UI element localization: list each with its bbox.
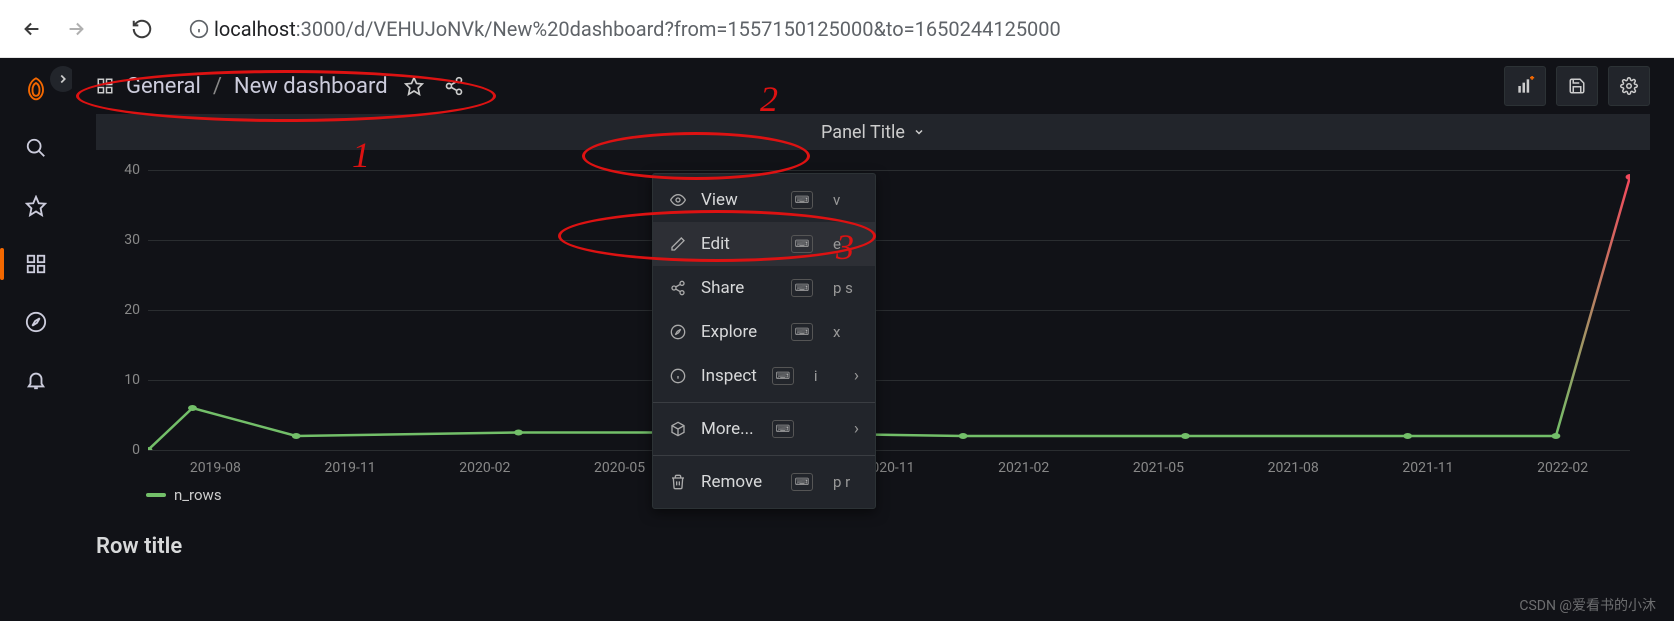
main-area: General / New dashboard [72, 58, 1674, 621]
star-icon[interactable] [16, 186, 56, 226]
menu-shortcut: x [833, 323, 859, 341]
watermark: CSDN @爱看书的小沐 [1519, 595, 1656, 615]
x-tick: 2022-02 [1537, 460, 1588, 476]
save-dashboard-button[interactable] [1556, 66, 1598, 106]
menu-item-label: Share [701, 278, 777, 298]
forward-button[interactable] [54, 7, 98, 51]
compass-icon [669, 324, 687, 340]
menu-item-label: Explore [701, 322, 777, 342]
topbar: General / New dashboard [72, 58, 1674, 114]
panel-title-bar[interactable]: Panel Title [96, 114, 1650, 150]
menu-item-inspect[interactable]: Inspect ⌨ i › [653, 354, 875, 398]
star-dashboard-icon[interactable] [404, 76, 424, 96]
y-tick: 20 [124, 302, 140, 318]
legend-swatch [146, 493, 166, 497]
menu-shortcut: p s [833, 279, 859, 297]
trash-icon [669, 474, 687, 490]
info-icon [669, 368, 687, 384]
menu-item-label: More... [701, 419, 758, 439]
x-tick: 2019-11 [325, 460, 376, 476]
menu-item-label: View [701, 190, 777, 210]
menu-shortcut: e [833, 235, 859, 253]
menu-item-view[interactable]: View ⌨ v [653, 178, 875, 222]
url-bar[interactable]: localhost:3000/d/VEHUJoNVk/New%20dashboa… [184, 8, 1664, 50]
grid-line [148, 450, 1630, 451]
explore-icon[interactable] [16, 302, 56, 342]
menu-item-edit[interactable]: Edit ⌨ e [653, 222, 875, 266]
menu-item-label: Remove [701, 472, 777, 492]
menu-shortcut: p r [833, 473, 859, 491]
y-tick: 30 [124, 232, 140, 248]
keyboard-icon: ⌨ [791, 323, 813, 341]
share-dashboard-icon[interactable] [444, 76, 464, 96]
x-tick: 2021-02 [998, 460, 1049, 476]
menu-item-label: Edit [701, 234, 777, 254]
back-button[interactable] [10, 7, 54, 51]
menu-item-share[interactable]: Share ⌨ p s [653, 266, 875, 310]
menu-item-remove[interactable]: Remove ⌨ p r [653, 460, 875, 504]
keyboard-icon: ⌨ [791, 235, 813, 253]
x-tick: 2019-08 [190, 460, 241, 476]
keyboard-icon: ⌨ [772, 367, 794, 385]
dashboard-settings-button[interactable] [1608, 66, 1650, 106]
keyboard-icon: ⌨ [791, 279, 813, 297]
x-tick: 2020-05 [594, 460, 645, 476]
url-text: localhost:3000/d/VEHUJoNVk/New%20dashboa… [214, 17, 1061, 41]
cube-icon [669, 421, 687, 437]
y-tick: 0 [132, 442, 140, 458]
breadcrumb-folder[interactable]: General [126, 74, 201, 99]
chevron-right-icon: › [854, 419, 859, 439]
row-title[interactable]: Row title [96, 534, 1650, 559]
y-tick: 40 [124, 162, 140, 178]
menu-item-more[interactable]: More... ⌨ › [653, 407, 875, 451]
site-info-icon[interactable] [184, 19, 214, 39]
alerts-icon[interactable] [16, 360, 56, 400]
keyboard-icon: ⌨ [772, 420, 794, 438]
x-tick: 2021-11 [1402, 460, 1453, 476]
breadcrumb: General / New dashboard [96, 74, 464, 99]
add-panel-button[interactable] [1504, 66, 1546, 106]
panel-title: Panel Title [821, 122, 905, 143]
reload-button[interactable] [120, 7, 164, 51]
menu-shortcut: i [814, 367, 840, 385]
breadcrumb-grid-icon [96, 77, 114, 95]
edit-icon [669, 236, 687, 252]
panel-context-menu: View ⌨ v Edit ⌨ e Share ⌨ p s Explore ⌨ x Inspect ⌨ i ›… [652, 173, 876, 509]
menu-shortcut: v [833, 191, 859, 209]
browser-bar: localhost:3000/d/VEHUJoNVk/New%20dashboa… [0, 0, 1674, 58]
menu-item-explore[interactable]: Explore ⌨ x [653, 310, 875, 354]
keyboard-icon: ⌨ [791, 191, 813, 209]
breadcrumb-dashboard[interactable]: New dashboard [234, 74, 388, 99]
x-tick: 2021-08 [1268, 460, 1319, 476]
y-tick: 10 [124, 372, 140, 388]
legend-label[interactable]: n_rows [174, 486, 222, 504]
panel-menu-chevron-icon [913, 126, 925, 138]
keyboard-icon: ⌨ [791, 473, 813, 491]
x-tick: 2020-02 [459, 460, 510, 476]
x-axis: 2019-082019-112020-022020-052020-082020-… [148, 456, 1630, 480]
y-axis: 010203040 [106, 170, 146, 450]
dashboards-icon[interactable] [16, 244, 56, 284]
chevron-right-icon: › [854, 366, 859, 386]
menu-item-label: Inspect [701, 366, 758, 386]
x-tick: 2021-05 [1133, 460, 1184, 476]
eye-icon [669, 192, 687, 208]
sidebar [0, 58, 72, 621]
plot-area[interactable] [148, 170, 1630, 450]
breadcrumb-separator: / [213, 74, 222, 99]
share-icon [669, 280, 687, 296]
search-icon[interactable] [16, 128, 56, 168]
